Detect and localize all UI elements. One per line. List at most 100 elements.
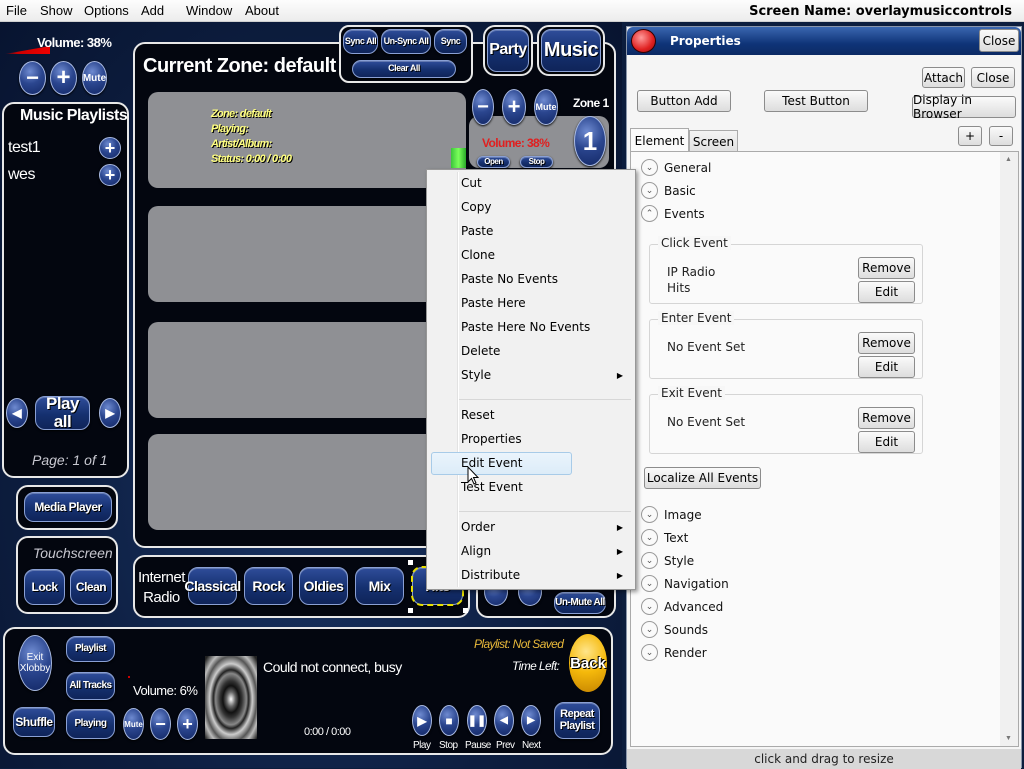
zone-card[interactable] xyxy=(148,322,466,418)
section-events[interactable]: ⌃ Events xyxy=(641,205,705,222)
playlist-item[interactable]: test1 xyxy=(8,139,41,157)
enter-event-remove-button[interactable]: Remove xyxy=(858,332,915,354)
menu-item-properties[interactable]: Properties xyxy=(461,432,522,446)
menu-item-paste-here[interactable]: Paste Here xyxy=(461,296,526,310)
scroll-down-icon[interactable]: ▼ xyxy=(1005,735,1012,742)
tab-screen[interactable]: Screen xyxy=(689,130,738,152)
clean-button[interactable]: Clean xyxy=(70,569,112,605)
title-close-button[interactable]: Close xyxy=(979,29,1019,52)
vertical-scrollbar[interactable]: ▲ ▼ xyxy=(1000,152,1018,746)
next-button[interactable]: ▶ xyxy=(521,705,541,736)
scroll-up-icon[interactable]: ▲ xyxy=(1005,156,1012,163)
menu-item-order[interactable]: Order xyxy=(461,520,495,534)
zone-card[interactable] xyxy=(148,434,466,530)
menu-item-paste-here-no-events[interactable]: Paste Here No Events xyxy=(461,320,590,334)
tab-element[interactable]: Element xyxy=(630,128,689,152)
menu-item-distribute[interactable]: Distribute xyxy=(461,568,520,582)
section-render[interactable]: ⌄ Render xyxy=(641,644,707,661)
menu-item-align[interactable]: Align xyxy=(461,544,491,558)
player-volume-down-button[interactable]: − xyxy=(150,708,171,740)
zone1-stop-button[interactable]: Stop xyxy=(520,156,553,168)
playlist-item[interactable]: wes xyxy=(8,166,35,184)
player-volume-bar[interactable] xyxy=(128,676,130,678)
test-button[interactable]: Test Button xyxy=(764,90,868,112)
zone1-volume-down-button[interactable]: − xyxy=(472,89,494,125)
master-volume-up-button[interactable]: + xyxy=(50,61,77,95)
add-playlist-wes-button[interactable]: + xyxy=(99,164,121,186)
unsync-all-button[interactable]: Un-Sync All xyxy=(381,29,431,54)
pause-button[interactable]: ❚❚ xyxy=(467,705,487,736)
unmute-all-button[interactable]: Un-Mute All xyxy=(554,592,606,614)
all-tracks-button[interactable]: All Tracks xyxy=(66,672,115,700)
zone1-open-button[interactable]: Open xyxy=(477,156,510,168)
play-all-button[interactable]: Play all xyxy=(35,395,90,430)
section-sounds[interactable]: ⌄ Sounds xyxy=(641,621,708,638)
menu-item-delete[interactable]: Delete xyxy=(461,344,500,358)
section-image[interactable]: ⌄ Image xyxy=(641,506,702,523)
master-volume-down-button[interactable]: − xyxy=(19,61,46,95)
radio-oldies-button[interactable]: Oldies xyxy=(299,567,348,605)
expand-all-button[interactable]: + xyxy=(958,126,982,146)
shuffle-button[interactable]: Shuffle xyxy=(13,707,55,737)
zone1-mute-button[interactable]: Mute xyxy=(534,89,558,125)
player-volume-up-button[interactable]: + xyxy=(177,708,198,740)
menu-item-paste-no-events[interactable]: Paste No Events xyxy=(461,272,558,286)
close-button[interactable]: Close xyxy=(971,67,1015,88)
menu-item-reset[interactable]: Reset xyxy=(461,408,495,422)
section-basic[interactable]: ⌄ Basic xyxy=(641,182,696,199)
section-navigation[interactable]: ⌄ Navigation xyxy=(641,575,729,592)
menu-window[interactable]: Window xyxy=(186,3,232,18)
play-button[interactable]: ▶ xyxy=(412,705,432,736)
zone1-volume-up-button[interactable]: + xyxy=(502,89,526,125)
click-event-edit-button[interactable]: Edit xyxy=(858,281,915,303)
menu-about[interactable]: About xyxy=(245,3,279,18)
sync-all-button[interactable]: Sync All xyxy=(343,29,378,54)
resize-handle[interactable] xyxy=(408,608,413,613)
sync-button[interactable]: Sync xyxy=(434,29,467,54)
menu-file[interactable]: File xyxy=(6,3,27,18)
media-player-button[interactable]: Media Player xyxy=(24,492,112,522)
menu-item-copy[interactable]: Copy xyxy=(461,200,491,214)
resize-grip[interactable]: click and drag to resize xyxy=(627,749,1021,769)
menu-item-clone[interactable]: Clone xyxy=(461,248,495,262)
zone-card[interactable] xyxy=(148,206,466,302)
repeat-playlist-button[interactable]: Repeat Playlist xyxy=(554,702,600,739)
prev-button[interactable]: ◀ xyxy=(494,705,514,736)
localize-all-events-button[interactable]: Localize All Events xyxy=(644,467,761,489)
radio-mix-button[interactable]: Mix xyxy=(355,567,404,605)
playlist-button[interactable]: Playlist xyxy=(66,636,115,662)
resize-handle[interactable] xyxy=(408,560,413,565)
menu-item-style[interactable]: Style xyxy=(461,368,491,382)
section-advanced[interactable]: ⌄ Advanced xyxy=(641,598,723,615)
music-button[interactable]: Music xyxy=(541,29,601,72)
collapse-all-button[interactable]: - xyxy=(989,126,1013,146)
next-page-button[interactable]: ▶ xyxy=(99,398,121,428)
menu-options[interactable]: Options xyxy=(84,3,129,18)
zone1-number-button[interactable]: 1 xyxy=(574,116,606,166)
lock-button[interactable]: Lock xyxy=(24,569,65,605)
player-mute-button[interactable]: Mute xyxy=(123,708,144,740)
menu-show[interactable]: Show xyxy=(40,3,73,18)
exit-event-edit-button[interactable]: Edit xyxy=(858,431,915,453)
radio-rock-button[interactable]: Rock xyxy=(244,567,293,605)
master-mute-button[interactable]: Mute xyxy=(82,61,107,95)
section-text[interactable]: ⌄ Text xyxy=(641,529,688,546)
party-button[interactable]: Party xyxy=(487,29,529,72)
prev-page-button[interactable]: ◀ xyxy=(6,398,28,428)
clear-all-button[interactable]: Clear All xyxy=(352,60,456,78)
playing-button[interactable]: Playing xyxy=(66,709,115,739)
stop-button[interactable]: ■ xyxy=(439,705,459,736)
menu-item-cut[interactable]: Cut xyxy=(461,176,482,190)
exit-event-remove-button[interactable]: Remove xyxy=(858,407,915,429)
click-event-remove-button[interactable]: Remove xyxy=(858,257,915,279)
attach-button[interactable]: Attach xyxy=(922,67,965,88)
enter-event-edit-button[interactable]: Edit xyxy=(858,356,915,378)
menu-add[interactable]: Add xyxy=(141,3,164,18)
back-button[interactable]: Back xyxy=(569,634,607,692)
display-in-browser-button[interactable]: Display in Browser xyxy=(912,93,1016,121)
resize-handle[interactable] xyxy=(463,608,468,613)
radio-classical-button[interactable]: Classical xyxy=(184,567,241,605)
section-general[interactable]: ⌄ General xyxy=(641,159,711,176)
add-playlist-test1-button[interactable]: + xyxy=(99,137,121,159)
button-add-button[interactable]: Button Add xyxy=(637,90,731,112)
